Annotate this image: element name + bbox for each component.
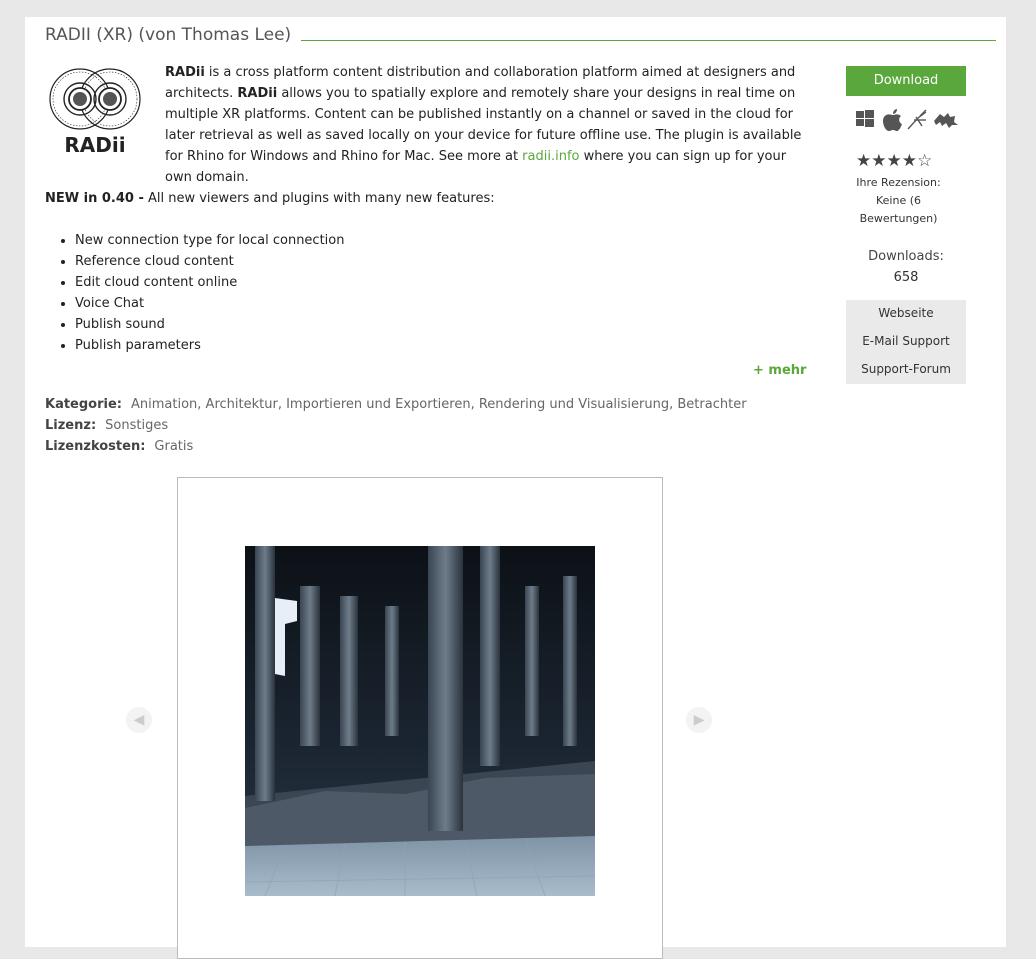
- logo-wordmark: RADii: [64, 133, 126, 157]
- list-item: Publish sound: [75, 314, 344, 335]
- cost-row: Lizenzkosten: Gratis: [45, 436, 193, 457]
- category-row: Kategorie: Animation, Architektur, Import…: [45, 397, 747, 412]
- list-item: Voice Chat: [75, 293, 344, 314]
- radii-link[interactable]: radii.info: [522, 149, 579, 164]
- category-link[interactable]: Architektur: [206, 397, 278, 412]
- brand-name-2: RADii: [237, 86, 278, 101]
- license-row: Lizenz: Sonstiges: [45, 415, 168, 436]
- list-item: Reference cloud content: [75, 251, 344, 272]
- brand-name: RADii: [165, 65, 205, 80]
- downloads-info: Downloads: 658: [846, 246, 966, 288]
- review-label[interactable]: Ihre Rezension:: [846, 174, 951, 192]
- category-link[interactable]: Animation: [131, 397, 197, 412]
- review-info: Ihre Rezension: Keine (6 Bewertungen): [846, 174, 951, 228]
- radii-logo-mark: [49, 68, 141, 130]
- platform-icons: [856, 106, 961, 132]
- cost-value: Gratis: [154, 439, 194, 454]
- rating-stars[interactable]: ★★★★☆: [856, 151, 932, 171]
- rhino-icon: [934, 113, 958, 128]
- list-item: Publish parameters: [75, 335, 344, 356]
- title-row: RADII (XR) (von Thomas Lee): [45, 25, 996, 49]
- windows-icon: [856, 110, 874, 127]
- cost-label: Lizenzkosten:: [45, 439, 146, 454]
- category-link[interactable]: Rendering und Visualisierung: [479, 397, 669, 412]
- review-value: Keine (6: [875, 194, 921, 207]
- sidebar: Download ★★★★☆ Ihre Rezension: Keine (6 …: [846, 66, 966, 384]
- news-line: NEW in 0.40 - All new viewers and plugin…: [45, 188, 495, 209]
- download-button[interactable]: Download: [846, 66, 966, 96]
- grasshopper-icon: [907, 109, 927, 130]
- gallery-prev-button[interactable]: ◀: [126, 707, 152, 733]
- arrow-left-icon: ◀: [133, 712, 145, 728]
- support-links: Webseite E-Mail Support Support-Forum: [846, 300, 966, 384]
- title-divider: [273, 40, 996, 41]
- more-link[interactable]: + mehr: [753, 363, 806, 378]
- list-item: Edit cloud content online: [75, 272, 344, 293]
- plugin-card: RADII (XR) (von Thomas Lee) RADii RADii …: [25, 17, 1006, 959]
- category-label: Kategorie:: [45, 397, 122, 412]
- category-link[interactable]: Importieren und Exportieren: [286, 397, 471, 412]
- license-label: Lizenz:: [45, 418, 97, 433]
- support-forum-link[interactable]: Support-Forum: [846, 356, 966, 384]
- arrow-right-icon: ▶: [693, 712, 705, 728]
- screenshot-gallery: [177, 477, 663, 959]
- review-count: Bewertungen): [859, 212, 938, 225]
- radii-logo: RADii: [45, 67, 145, 157]
- downloads-count: 658: [893, 270, 919, 285]
- website-link[interactable]: Webseite: [846, 300, 966, 328]
- apple-icon: [883, 109, 902, 131]
- list-item: New connection type for local connection: [75, 230, 344, 251]
- email-support-link[interactable]: E-Mail Support: [846, 328, 966, 356]
- gallery-next-button[interactable]: ▶: [686, 707, 712, 733]
- description: RADii is a cross platform content distri…: [165, 62, 805, 188]
- feature-list: New connection type for local connection…: [45, 230, 344, 356]
- category-link[interactable]: Betrachter: [677, 397, 746, 412]
- news-text: All new viewers and plugins with many ne…: [143, 191, 495, 206]
- license-value: Sonstiges: [105, 418, 169, 433]
- gallery-image[interactable]: [245, 546, 595, 896]
- downloads-label: Downloads:: [868, 249, 944, 264]
- page-title: RADII (XR) (von Thomas Lee): [45, 25, 302, 45]
- news-label: NEW in 0.40 -: [45, 191, 144, 206]
